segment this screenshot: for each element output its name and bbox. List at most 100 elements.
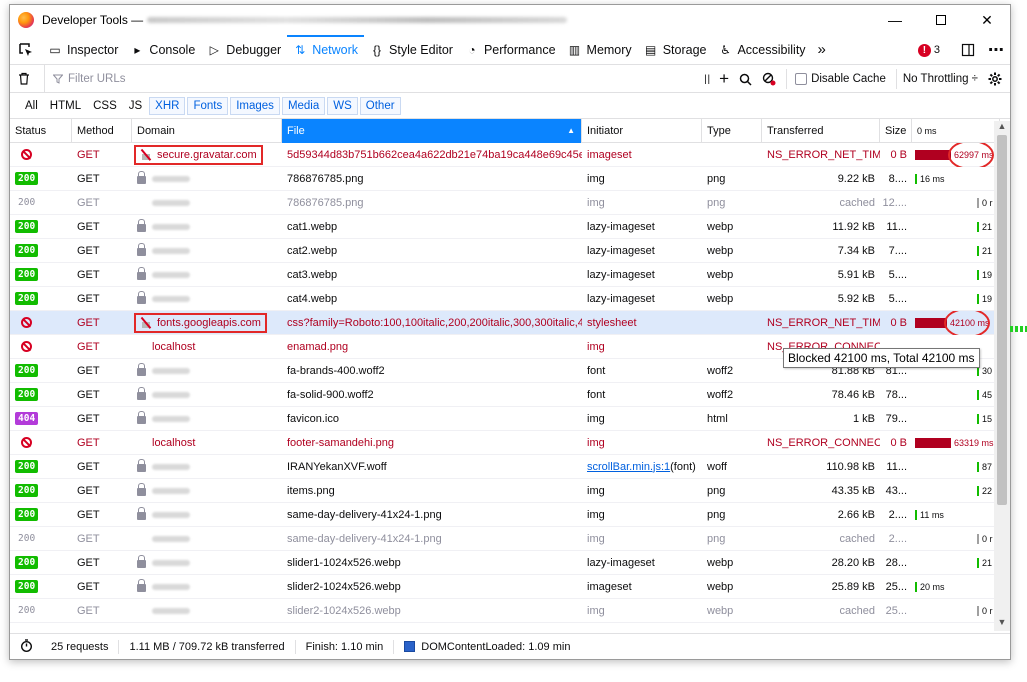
- filter-fonts[interactable]: Fonts: [187, 96, 229, 115]
- initiator-cell: img: [587, 508, 605, 521]
- error-count-badge[interactable]: ! 3: [917, 43, 940, 57]
- status-cell: [10, 335, 72, 359]
- tab-label: Style Editor: [389, 42, 453, 57]
- performance-analysis-button[interactable]: [10, 638, 41, 655]
- domain-text: localhost: [152, 436, 196, 449]
- scrollbar-thumb[interactable]: [997, 135, 1007, 505]
- maximize-button[interactable]: [918, 5, 964, 35]
- table-row[interactable]: 200 GET cat1.webp lazy-imageset webp 11.92 kB…: [10, 215, 1010, 239]
- clear-requests-button[interactable]: [10, 72, 38, 85]
- filter-html[interactable]: HTML: [45, 98, 86, 114]
- filter-js[interactable]: JS: [124, 98, 147, 114]
- scroll-down-icon[interactable]: ▼: [994, 617, 1010, 631]
- insecure-connection-icon: [140, 317, 152, 329]
- col-file[interactable]: File ▲: [282, 118, 582, 143]
- more-tools-chevron-icon[interactable]: »: [812, 35, 832, 65]
- status-code-badge: 200: [18, 197, 36, 208]
- col-transferred[interactable]: Transferred: [762, 118, 880, 143]
- minimize-button[interactable]: —: [872, 5, 918, 35]
- table-row[interactable]: 404 GET favicon.ico img html 1 kB 79... 15: [10, 407, 1010, 431]
- method-cell: GET: [77, 484, 100, 497]
- requests-list: GET secure.gravatar.com 5d59344d83b751b662…: [10, 142, 1010, 623]
- tab-inspector[interactable]: ▭ Inspector: [42, 35, 124, 65]
- status-cell: [10, 431, 72, 455]
- vertical-scrollbar[interactable]: ▲ ▼: [994, 121, 1010, 631]
- col-size[interactable]: Size: [880, 118, 912, 143]
- redacted-domain: [152, 463, 190, 470]
- table-row[interactable]: GET fonts.googleapis.com css?family=Roboto…: [10, 310, 1010, 335]
- filter-ws[interactable]: WS: [327, 96, 358, 115]
- waterfall-bar: [977, 389, 979, 400]
- tab-debugger[interactable]: ▷ Debugger: [201, 35, 287, 65]
- table-row[interactable]: 200 GET same-day-delivery-41x24-1.png img pn…: [10, 503, 1010, 527]
- throttling-select[interactable]: No Throttling ÷: [895, 69, 978, 89]
- annotation-circle: [944, 310, 990, 335]
- filter-media[interactable]: Media: [281, 96, 326, 115]
- table-row[interactable]: 200 GET IRANYekanXVF.woff scrollBar.min.js:…: [10, 455, 1010, 479]
- table-row[interactable]: GET secure.gravatar.com 5d59344d83b751b662…: [10, 142, 1010, 167]
- table-row[interactable]: 200 GET 786876785.png img png cached 12.... 0 r: [10, 191, 1010, 215]
- col-domain[interactable]: Domain: [132, 118, 282, 143]
- type-cell: png: [707, 196, 726, 209]
- close-button[interactable]: ✕: [964, 5, 1010, 35]
- waterfall-time: 20 ms: [920, 581, 945, 592]
- table-row[interactable]: 200 GET cat4.webp lazy-imageset webp 5.92 kB 5…: [10, 287, 1010, 311]
- col-initiator[interactable]: Initiator: [582, 118, 702, 143]
- type-cell: webp: [707, 220, 734, 233]
- table-row[interactable]: 200 GET slider2-1024x526.webp img webp cached…: [10, 599, 1010, 623]
- disable-cache-toggle[interactable]: Disable Cache: [786, 69, 886, 89]
- tab-performance[interactable]: ◔ Performance: [459, 35, 562, 65]
- pause-button[interactable]: | |: [704, 74, 710, 85]
- more-menu-icon[interactable]: ⋯: [982, 40, 1010, 60]
- tab-console[interactable]: ▸ Console: [124, 35, 201, 65]
- filter-css[interactable]: CSS: [88, 98, 122, 114]
- table-row[interactable]: GET localhost footer-samandehi.png img NS_ER…: [10, 431, 1010, 455]
- table-row[interactable]: 200 GET slider2-1024x526.webp imageset webp 2…: [10, 575, 1010, 599]
- waterfall-bar: [977, 221, 979, 232]
- tab-label: Memory: [586, 42, 632, 57]
- tab-network[interactable]: ⇅ Network: [287, 34, 365, 65]
- table-row[interactable]: 200 GET same-day-delivery-41x24-1.png img pn…: [10, 527, 1010, 551]
- gear-icon: [988, 72, 1002, 86]
- filter-all[interactable]: All: [20, 98, 43, 114]
- method-cell: GET: [77, 220, 100, 233]
- table-row[interactable]: 200 GET cat3.webp lazy-imageset webp 5.91 kB 5…: [10, 263, 1010, 287]
- filter-xhr[interactable]: XHR: [149, 96, 186, 115]
- waterfall-time: 15: [982, 413, 993, 424]
- tab-label: Inspector: [67, 42, 119, 57]
- table-row[interactable]: 200 GET fa-solid-900.woff2 font woff2 78.46 k…: [10, 383, 1010, 407]
- table-row[interactable]: 200 GET 786876785.png img png 9.22 kB 8.... 16 …: [10, 167, 1010, 191]
- waterfall-bar: [915, 581, 917, 592]
- type-cell: [702, 143, 762, 167]
- add-request-button[interactable]: +: [719, 69, 729, 89]
- filter-other[interactable]: Other: [359, 96, 401, 115]
- waterfall-time: 30: [982, 365, 993, 376]
- type-cell: webp: [707, 268, 734, 281]
- element-picker-button[interactable]: [10, 35, 42, 65]
- type-cell: webp: [707, 244, 734, 257]
- table-row[interactable]: 200 GET slider1-1024x526.webp lazy-imageset…: [10, 551, 1010, 575]
- dock-side-icon[interactable]: [954, 43, 982, 57]
- table-row[interactable]: 200 GET cat2.webp lazy-imageset webp 7.34 kB 7…: [10, 239, 1010, 263]
- request-blocking-button[interactable]: [762, 72, 776, 86]
- disable-cache-checkbox[interactable]: [795, 73, 808, 85]
- tab-storage[interactable]: ▤ Storage: [638, 35, 713, 65]
- scroll-up-icon[interactable]: ▲: [994, 121, 1010, 135]
- col-type[interactable]: Type: [702, 118, 762, 143]
- transferred-cell: 5.92 kB: [837, 292, 875, 305]
- tab-memory[interactable]: ▥ Memory: [562, 35, 638, 65]
- tab-style-editor[interactable]: {} Style Editor: [364, 35, 459, 65]
- col-status[interactable]: Status: [10, 118, 72, 143]
- search-button[interactable]: [739, 73, 752, 86]
- filter-urls-input[interactable]: Filter URLs: [44, 64, 126, 93]
- tab-accessibility[interactable]: ♿ Accessibility: [712, 35, 811, 65]
- table-row[interactable]: 200 GET items.png img png 43.35 kB 43... 22: [10, 479, 1010, 503]
- initiator-link[interactable]: scrollBar.min.js:1: [587, 461, 670, 473]
- filter-images[interactable]: Images: [230, 96, 280, 115]
- col-method[interactable]: Method: [72, 118, 132, 143]
- dcl-text: DOMContentLoaded: 1.09 min: [421, 640, 571, 653]
- network-settings-button[interactable]: [988, 72, 1002, 86]
- col-waterfall[interactable]: 0 ms: [912, 118, 1000, 143]
- waterfall-time: 63319 ms: [954, 437, 994, 448]
- lock-icon: [137, 291, 146, 304]
